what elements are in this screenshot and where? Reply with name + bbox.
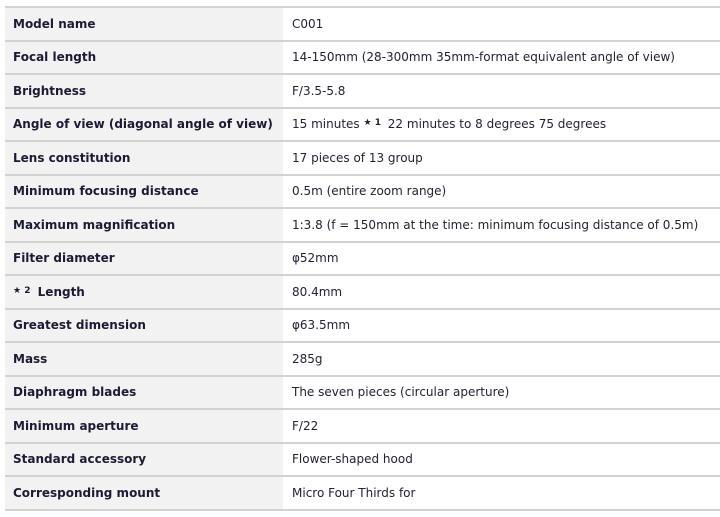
row-label: Model name xyxy=(5,6,283,42)
row-label: Lens constitution xyxy=(5,140,283,176)
row-value: 17 pieces of 13 group xyxy=(283,140,720,176)
row-label: Focal length xyxy=(5,39,283,75)
row-value: φ52mm xyxy=(283,240,720,276)
table-row: Mass 285g xyxy=(5,341,720,377)
table-row: Focal length 14-150mm (28-300mm 35mm-for… xyxy=(5,39,720,75)
value-text: 22 minutes to 8 degrees 75 degrees xyxy=(387,117,607,132)
table-row: Minimum aperture F/22 xyxy=(5,408,720,444)
footnote-star-icon: ★ 2 xyxy=(13,285,31,296)
label-text: Length xyxy=(37,284,85,299)
table-row: Model name C001 xyxy=(5,6,720,42)
spec-table: Model name C001 Focal length 14-150mm (2… xyxy=(5,6,720,511)
row-value: F/22 xyxy=(283,408,720,444)
value-text: 15 minutes xyxy=(292,117,360,132)
row-label: ★ 2 Length xyxy=(5,274,283,310)
footnote-star-icon: ★ 1 xyxy=(363,118,381,129)
row-label: Mass xyxy=(5,341,283,377)
table-row: ★ 2 Length 80.4mm xyxy=(5,274,720,310)
row-label: Diaphragm blades xyxy=(5,374,283,410)
table-row: Lens constitution 17 pieces of 13 group xyxy=(5,140,720,176)
row-value: The seven pieces (circular aperture) xyxy=(283,374,720,410)
table-row: Filter diameter φ52mm xyxy=(5,240,720,276)
row-label: Maximum magnification xyxy=(5,207,283,243)
row-label: Greatest dimension xyxy=(5,307,283,343)
table-row: Maximum magnification 1:3.8 (f = 150mm a… xyxy=(5,207,720,243)
row-value: 0.5m (entire zoom range) xyxy=(283,173,720,209)
row-value: C001 xyxy=(283,6,720,42)
row-value: Flower-shaped hood xyxy=(283,441,720,477)
row-label: Corresponding mount xyxy=(5,475,283,511)
row-value: F/3.5-5.8 xyxy=(283,73,720,109)
table-row: Diaphragm blades The seven pieces (circu… xyxy=(5,374,720,410)
table-row: Minimum focusing distance 0.5m (entire z… xyxy=(5,173,720,209)
row-label: Brightness xyxy=(5,73,283,109)
row-value: 15 minutes ★ 1 22 minutes to 8 degrees 7… xyxy=(283,106,720,142)
row-label: Standard accessory xyxy=(5,441,283,477)
row-label: Minimum aperture xyxy=(5,408,283,444)
table-row: Brightness F/3.5-5.8 xyxy=(5,73,720,109)
row-label: Angle of view (diagonal angle of view) xyxy=(5,106,283,142)
table-row: Standard accessory Flower-shaped hood xyxy=(5,441,720,477)
row-value: 1:3.8 (f = 150mm at the time: minimum fo… xyxy=(283,207,720,243)
row-value: 14-150mm (28-300mm 35mm-format equivalen… xyxy=(283,39,720,75)
table-row: Corresponding mount Micro Four Thirds fo… xyxy=(5,475,720,511)
row-label: Filter diameter xyxy=(5,240,283,276)
row-label: Minimum focusing distance xyxy=(5,173,283,209)
row-value: φ63.5mm xyxy=(283,307,720,343)
table-row: Greatest dimension φ63.5mm xyxy=(5,307,720,343)
table-row: Angle of view (diagonal angle of view) 1… xyxy=(5,106,720,142)
row-value: 285g xyxy=(283,341,720,377)
row-value: 80.4mm xyxy=(283,274,720,310)
row-value: Micro Four Thirds for xyxy=(283,475,720,511)
